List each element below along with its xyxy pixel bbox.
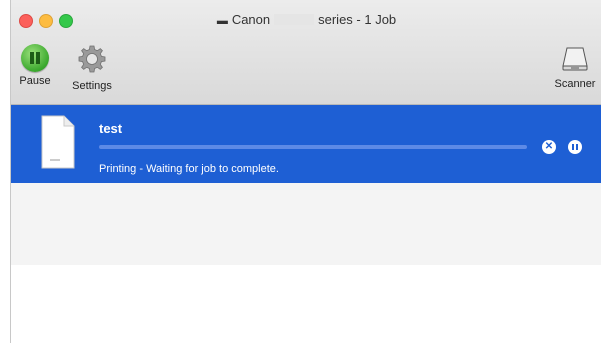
title-prefix: Canon bbox=[231, 12, 271, 27]
print-queue-window: ▬ Canon series - 1 Job Pause Settings Scan… bbox=[10, 0, 601, 343]
job-progress-bar bbox=[99, 145, 527, 149]
title-suffix: series - 1 Job bbox=[318, 12, 397, 27]
document-icon bbox=[41, 115, 75, 169]
job-status: Printing - Waiting for job to complete. bbox=[99, 163, 279, 175]
pause-icon bbox=[21, 44, 49, 72]
hold-job-icon[interactable] bbox=[568, 140, 582, 154]
window-title: ▬ Canon series - 1 Job bbox=[11, 12, 601, 27]
job-name: test bbox=[99, 121, 123, 136]
job-row[interactable]: test Printing - Waiting for job to compl… bbox=[11, 105, 601, 183]
cancel-job-icon[interactable]: ✕ bbox=[542, 140, 556, 154]
scanner-icon bbox=[562, 47, 588, 71]
empty-list-row bbox=[11, 265, 601, 343]
scanner-button[interactable]: Scanner bbox=[550, 44, 600, 90]
pause-label: Pause bbox=[19, 75, 51, 87]
scanner-label: Scanner bbox=[554, 78, 596, 90]
gear-icon bbox=[78, 45, 106, 73]
pause-button[interactable]: Pause bbox=[15, 44, 55, 87]
settings-label: Settings bbox=[72, 80, 112, 92]
printer-icon: ▬ bbox=[216, 15, 228, 27]
empty-list-row bbox=[11, 183, 601, 265]
title-bar: ▬ Canon series - 1 Job Pause Settings Scan… bbox=[11, 0, 601, 105]
settings-button[interactable]: Settings bbox=[63, 44, 121, 92]
redacted-model bbox=[274, 14, 315, 25]
